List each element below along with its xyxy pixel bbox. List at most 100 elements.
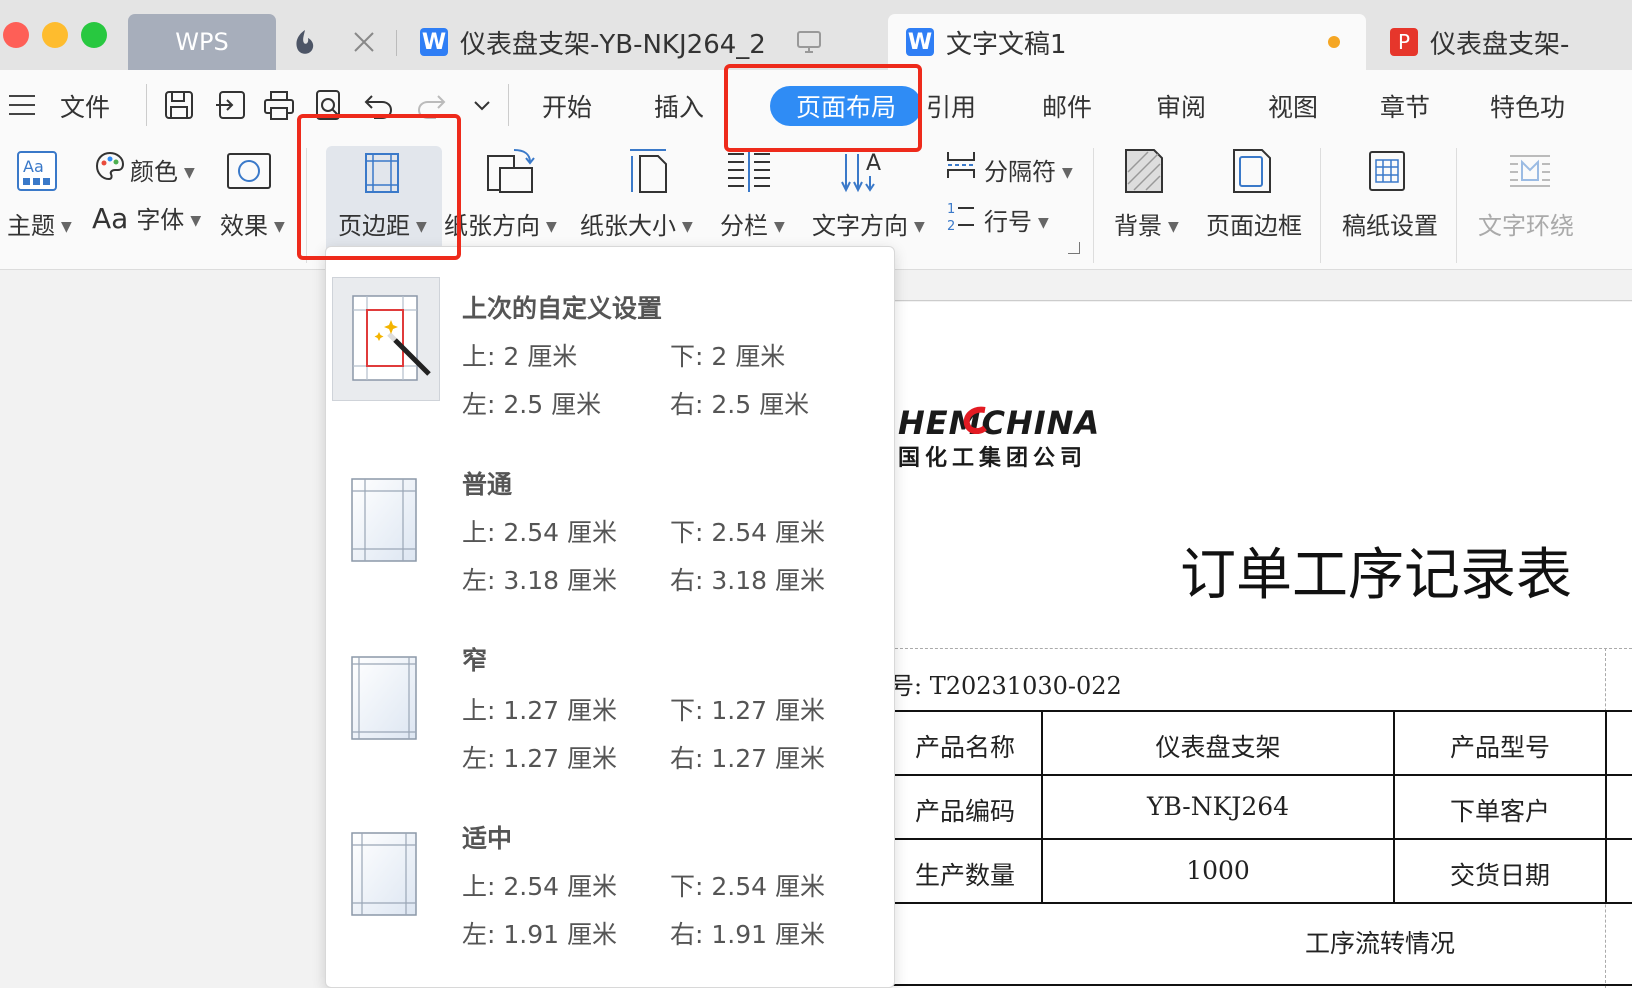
palette-icon[interactable]: [94, 150, 126, 186]
margin-option-moderate[interactable]: 适中 上: 2.54 厘米 下: 2.54 厘米 左: 1.91 厘米 右: 1…: [326, 801, 894, 969]
svg-text:Aa: Aa: [23, 157, 44, 176]
tab-references[interactable]: 引用: [926, 88, 976, 124]
tab-review[interactable]: 审阅: [1156, 88, 1206, 124]
text-wrap-icon[interactable]: [1508, 152, 1552, 194]
tab-start[interactable]: 开始: [542, 88, 592, 124]
process-flow-label: 工序流转情况: [1304, 929, 1455, 958]
customize-toolbar-chevron-icon[interactable]: [470, 88, 504, 122]
table-cell[interactable]: 生产数量: [890, 856, 1040, 892]
table-rule: [890, 838, 1632, 840]
close-window-button[interactable]: [3, 22, 29, 48]
margin-left-value: 左: 1.27 厘米: [462, 744, 617, 773]
theme-button[interactable]: 主题 ▼: [7, 206, 72, 241]
separator-button[interactable]: 分隔符 ▼: [984, 152, 1073, 187]
text-direction-button[interactable]: 文字方向 ▼: [812, 206, 925, 241]
tab-wps-home[interactable]: WPS: [128, 14, 276, 70]
tab-document-1-title: 仪表盘支架-YB-NKJ264_2: [460, 29, 766, 60]
margin-left-value: 左: 1.91 厘米: [462, 920, 617, 949]
page-size-icon[interactable]: [628, 146, 668, 200]
tab-document-2[interactable]: W 文字文稿1: [888, 14, 1366, 70]
margin-left-value: 左: 3.18 厘米: [462, 566, 617, 595]
document-top-edge: [890, 300, 1632, 301]
text-wrap-button[interactable]: 文字环绕: [1478, 206, 1574, 241]
table-rule: [890, 774, 1632, 776]
columns-label: 分栏: [720, 212, 768, 240]
table-cell[interactable]: 产品编码: [890, 792, 1040, 828]
page-break-icon[interactable]: [946, 150, 976, 184]
margin-right-value: 右: 1.27 厘米: [670, 744, 825, 773]
font-prefix: Aa: [92, 202, 129, 235]
minimize-window-button[interactable]: [42, 22, 68, 48]
page-setup-launcher-icon[interactable]: [1068, 242, 1080, 254]
color-button[interactable]: 颜色 ▼: [130, 152, 195, 187]
page-background-button[interactable]: 背景 ▼: [1114, 206, 1179, 241]
separator-label: 分隔符: [984, 158, 1056, 186]
svg-text:2: 2: [947, 219, 955, 232]
font-button[interactable]: Aa 字体 ▼: [92, 200, 201, 235]
table-cell[interactable]: 1000: [1043, 856, 1393, 885]
tab-insert[interactable]: 插入: [654, 88, 704, 124]
tab-document-3-title: 仪表盘支架-: [1430, 29, 1570, 60]
margin-right-value: 右: 3.18 厘米: [670, 566, 825, 595]
page-border-button[interactable]: 页面边框: [1206, 206, 1302, 241]
columns-button[interactable]: 分栏 ▼: [720, 206, 785, 241]
margin-option-last-custom[interactable]: 上次的自定义设置 上: 2 厘米 下: 2 厘米 左: 2.5 厘米 右: 2.…: [326, 269, 894, 437]
tab-special-features[interactable]: 特色功: [1490, 88, 1565, 124]
table-cell[interactable]: 仪表盘支架: [1043, 728, 1393, 764]
monitor-icon[interactable]: [796, 30, 822, 54]
margin-option-name: 适中: [462, 824, 513, 853]
tab-mail[interactable]: 邮件: [1042, 88, 1092, 124]
document-title: 订单工序记录表: [1180, 543, 1572, 608]
normal-margin-thumbnail-icon: [332, 459, 440, 583]
page-orientation-icon[interactable]: [484, 146, 536, 200]
logo-swoosh-icon: [963, 406, 989, 435]
page-background-label: 背景: [1114, 212, 1162, 240]
tab-chapter[interactable]: 章节: [1380, 88, 1430, 124]
margin-top-value: 上: 2 厘米: [462, 342, 578, 371]
docer-icon[interactable]: [292, 28, 318, 56]
table-cell[interactable]: 产品名称: [890, 728, 1040, 764]
unsaved-dot-icon: [1328, 36, 1340, 48]
tab-document-2-title: 文字文稿1: [946, 29, 1067, 60]
page-margin-dropdown: 上次的自定义设置 上: 2 厘米 下: 2 厘米 左: 2.5 厘米 右: 2.…: [325, 246, 895, 988]
page-background-icon[interactable]: [1124, 148, 1164, 198]
tab-view[interactable]: 视图: [1268, 88, 1318, 124]
line-number-label: 行号: [984, 208, 1032, 236]
margin-option-name: 上次的自定义设置: [462, 294, 663, 323]
line-number-icon[interactable]: 12: [946, 200, 976, 236]
print-icon[interactable]: [262, 88, 296, 122]
margin-option-name: 普通: [462, 470, 513, 499]
effect-label: 效果: [220, 212, 268, 240]
table-cell[interactable]: 交货日期: [1395, 856, 1605, 892]
company-logo: HEMCHINA: [898, 404, 1101, 442]
margin-option-narrow[interactable]: 窄 上: 1.27 厘米 下: 1.27 厘米 左: 1.27 厘米 右: 1.…: [326, 623, 894, 791]
export-icon[interactable]: [214, 88, 248, 122]
effect-button[interactable]: 效果 ▼: [220, 206, 285, 241]
theme-icon[interactable]: Aa: [16, 150, 58, 196]
table-cell[interactable]: 下单客户: [1395, 792, 1605, 828]
effect-icon[interactable]: [226, 152, 272, 194]
tab-document-3[interactable]: P 仪表盘支架-: [1390, 14, 1632, 70]
manuscript-grid-icon[interactable]: [1368, 150, 1406, 196]
margin-right-value: 右: 2.5 厘米: [670, 390, 810, 419]
margin-option-normal[interactable]: 普通 上: 2.54 厘米 下: 2.54 厘米 左: 3.18 厘米 右: 3…: [326, 445, 894, 613]
table-rule: [890, 984, 1632, 986]
manuscript-settings-button[interactable]: 稿纸设置: [1342, 206, 1438, 241]
page-size-button[interactable]: 纸张大小 ▼: [580, 206, 693, 241]
margin-top-value: 上: 2.54 厘米: [462, 872, 617, 901]
text-direction-icon[interactable]: A: [840, 146, 886, 200]
line-number-button[interactable]: 行号 ▼: [984, 202, 1049, 237]
file-menu[interactable]: 文件: [60, 88, 110, 124]
hamburger-menu-icon[interactable]: [8, 94, 36, 116]
tab-document-1[interactable]: W 仪表盘支架-YB-NKJ264_2: [420, 14, 840, 70]
zoom-window-button[interactable]: [81, 22, 107, 48]
order-number: 号: T20231030-022: [890, 672, 1122, 700]
table-cell[interactable]: 产品型号: [1395, 728, 1605, 764]
columns-icon[interactable]: [726, 150, 772, 198]
color-label: 颜色: [130, 158, 178, 186]
close-tab-icon[interactable]: [352, 30, 376, 54]
table-cell[interactable]: YB-NKJ264: [1043, 792, 1393, 821]
save-icon[interactable]: [162, 88, 196, 122]
page-border-icon[interactable]: [1232, 148, 1272, 198]
margin-bottom-value: 下: 2.54 厘米: [670, 872, 825, 901]
